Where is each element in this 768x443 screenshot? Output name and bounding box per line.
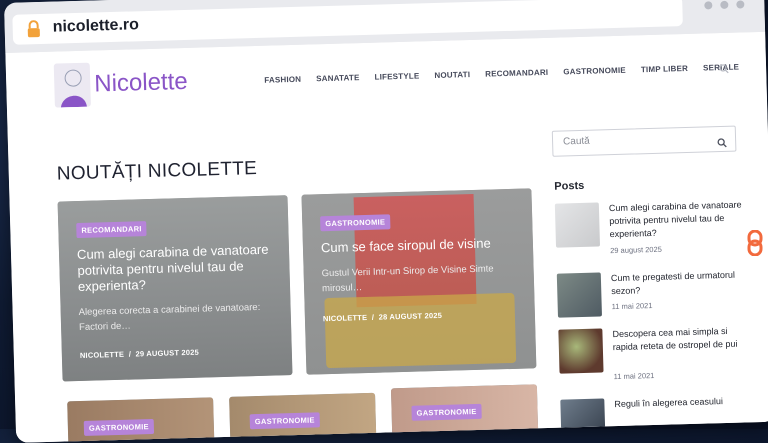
search-icon[interactable]: [717, 133, 728, 152]
nav-item-sanatate[interactable]: SANATATE: [316, 73, 360, 83]
meta-separator: /: [126, 349, 136, 359]
article-card[interactable]: GASTRONOMIE: [390, 384, 539, 443]
sidebar-post[interactable]: Reguli în alegerea ceasului: [560, 394, 751, 430]
post-thumbnail[interactable]: [558, 328, 604, 374]
category-badge[interactable]: GASTRONOMIE: [249, 412, 320, 430]
card-excerpt: Gustul Verii Intr-un Sirop de Visine Sim…: [321, 263, 494, 295]
window-dot-icon[interactable]: [720, 0, 729, 9]
logo-icon: [53, 62, 91, 108]
article-card[interactable]: RECOMANDARI Cum alegi carabina de vanato…: [57, 195, 293, 382]
main-nav: FASHION SANATATE LIFESTYLE NOUTATI RECOM…: [264, 63, 739, 85]
sidebar-post[interactable]: Cum alegi carabina de vanatoare potrivit…: [554, 198, 746, 256]
post-thumbnail[interactable]: [560, 398, 606, 430]
category-badge[interactable]: RECOMANDARI: [76, 221, 147, 239]
post-date: 11 mai 2021: [611, 301, 653, 312]
post-title[interactable]: Cum alegi carabina de vanatoare potrivit…: [609, 198, 744, 241]
window-controls: [704, 0, 745, 10]
article-card[interactable]: GASTRONOMIE Cum se face siropul de visin…: [301, 188, 537, 375]
post-title[interactable]: Reguli în alegerea ceasului: [614, 394, 748, 411]
category-badge[interactable]: GASTRONOMIE: [83, 418, 155, 436]
search-icon[interactable]: [719, 59, 730, 78]
nav-item-recomandari[interactable]: RECOMANDARI: [485, 68, 548, 79]
card-author[interactable]: NICOLETTE: [323, 313, 368, 323]
nav-item-noutati[interactable]: NOUTATI: [434, 70, 470, 80]
posts-heading: Posts: [554, 179, 585, 193]
browser-window: nicolette.ro Nicolette FASHION SANATATE …: [4, 0, 768, 443]
site-logo[interactable]: Nicolette: [53, 60, 189, 108]
sidebar-post[interactable]: Cum te pregatesti de urmatorul sezon? 11…: [556, 268, 748, 321]
nav-item-lifestyle[interactable]: LIFESTYLE: [374, 71, 419, 81]
sidebar-search: [551, 125, 737, 157]
card-title[interactable]: Cum alegi carabina de vanatoare potrivit…: [77, 241, 278, 295]
website: Nicolette FASHION SANATATE LIFESTYLE NOU…: [5, 31, 768, 443]
category-badge[interactable]: GASTRONOMIE: [320, 214, 391, 232]
post-date: 29 august 2025: [610, 244, 662, 256]
lock-icon: [26, 20, 41, 42]
meta-separator: /: [369, 312, 379, 322]
card-author[interactable]: NICOLETTE: [80, 350, 125, 360]
post-title[interactable]: Cum te pregatesti de urmatorul sezon?: [611, 268, 746, 298]
nav-item-fashion[interactable]: FASHION: [264, 75, 301, 85]
window-dot-icon[interactable]: [704, 1, 713, 10]
post-thumbnail[interactable]: [554, 202, 601, 248]
article-card[interactable]: GASTRONOMIE: [229, 392, 377, 443]
logo-text: Nicolette: [93, 67, 189, 98]
link-icon: [747, 229, 763, 260]
card-excerpt: Alegerea corecta a carabinei de vanatoar…: [78, 301, 261, 334]
sidebar-post[interactable]: Descopera cea mai simpla si rapida retet…: [558, 324, 750, 389]
nav-item-timp-liber[interactable]: TIMP LIBER: [641, 64, 688, 74]
search-input[interactable]: [560, 131, 716, 149]
article-card[interactable]: GASTRONOMIE: [67, 397, 215, 443]
nav-item-gastronomie[interactable]: GASTRONOMIE: [563, 66, 626, 77]
category-badge[interactable]: GASTRONOMIE: [411, 403, 482, 421]
post-thumbnail[interactable]: [556, 272, 602, 318]
card-date: 28 AUGUST 2025: [378, 310, 443, 322]
brand-text: GUESTPOSTLINKS: [747, 59, 763, 188]
post-title[interactable]: Descopera cea mai simpla si rapida retet…: [612, 324, 747, 354]
card-date: 29 AUGUST 2025: [135, 347, 200, 359]
syrup-cloth-shape: [324, 292, 517, 369]
guestpostlinks-brand: GUESTPOSTLINKS: [742, 36, 768, 257]
page-title: NOUTĂȚI NICOLETTE: [56, 158, 258, 185]
post-date: 11 mai 2021: [613, 370, 655, 382]
url-text: nicolette.ro: [52, 16, 140, 36]
window-dot-icon[interactable]: [736, 0, 745, 9]
